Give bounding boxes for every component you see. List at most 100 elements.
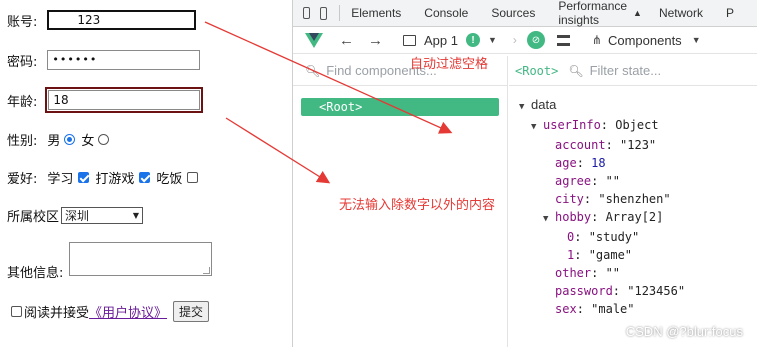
state-key: city — [555, 192, 584, 206]
state-value: "shenzhen" — [598, 192, 671, 206]
components-icon: ⋔ — [591, 33, 602, 47]
warning-icon: ! — [465, 33, 480, 47]
gender-female-radio[interactable] — [98, 134, 110, 145]
state-key: password — [555, 284, 613, 298]
age-label: 年龄: — [7, 94, 38, 110]
app-window-icon — [403, 34, 416, 46]
data-section-label: data — [531, 97, 557, 112]
state-value: "study" — [588, 230, 640, 244]
timeline-icon[interactable] — [556, 34, 570, 46]
flask-icon: ▲ — [633, 8, 642, 18]
user-agreement-link[interactable]: 《用户协议》 — [89, 302, 167, 321]
state-value: "123" — [620, 138, 657, 152]
state-tree: ▼ data ▼ userInfo: Object account: "123" age… — [509, 96, 685, 318]
tab-performance-insights[interactable]: Performance insights — [558, 0, 627, 27]
search-icon: 🔍︎ — [305, 63, 321, 78]
watermark: CSDN @?blur:focus — [625, 324, 743, 339]
state-row: sex: "male" — [555, 302, 635, 316]
state-key: hobby — [555, 210, 592, 224]
selected-component-tag: <Root> — [515, 63, 559, 78]
account-label: 账号: — [7, 14, 38, 30]
state-row: password: "123456" — [555, 284, 686, 298]
tab-more[interactable]: P — [726, 6, 734, 20]
chevron-down-icon: ▼ — [132, 211, 140, 220]
hobby-row: 爱好: 学习 打游戏 吃饭 — [7, 168, 204, 187]
trim-annotation: 自动过滤空格 — [410, 57, 489, 72]
expand-icon: ▼ — [519, 102, 525, 112]
agree-row: 阅读并接受 《用户协议》 提交 — [7, 301, 210, 322]
expand-icon: ▼ — [531, 122, 537, 132]
state-row[interactable]: ▼ hobby: Array[2] — [509, 208, 685, 228]
state-key: other — [555, 266, 592, 280]
state-row: agree: "" — [555, 174, 621, 188]
state-key: sex — [555, 302, 577, 316]
tab-console[interactable]: Console — [424, 6, 468, 20]
hobby-game-label: 打游戏 — [95, 172, 135, 187]
state-value: "game" — [588, 248, 633, 262]
device-toggle-icon[interactable] — [320, 6, 327, 20]
state-inspector-pane: <Root> 🔍︎ Filter state... ▼ data ▼ userInf… — [509, 56, 757, 347]
state-row: 1: "game" — [567, 248, 633, 262]
filter-state-placeholder: Filter state... — [589, 63, 662, 78]
campus-row: 所属校区 深圳 ▼ — [7, 206, 144, 225]
vue-logo-icon — [305, 32, 323, 48]
components-dropdown-icon[interactable]: ▼ — [692, 35, 701, 45]
agree-text: 阅读并接受 — [24, 306, 90, 321]
account-input[interactable]: 123 — [47, 10, 197, 30]
campus-select[interactable]: 深圳 ▼ — [61, 207, 144, 224]
state-row[interactable]: ▼ userInfo: Object — [509, 116, 685, 136]
app-selector-label[interactable]: App 1 — [424, 33, 458, 48]
gender-label: 性别: — [7, 134, 38, 149]
inspector-icon[interactable]: ⊘ — [526, 31, 545, 49]
gender-row: 性别: 男 女 — [7, 130, 115, 149]
agree-checkbox[interactable] — [11, 306, 22, 317]
hobby-eat-label: 吃饭 — [156, 172, 183, 187]
gender-female-label: 女 — [81, 134, 95, 149]
password-input[interactable]: •••••• — [47, 50, 201, 70]
hobby-eat-checkbox[interactable] — [187, 172, 199, 183]
state-key: agree — [555, 174, 592, 188]
campus-select-value: 深圳 — [65, 209, 90, 223]
state-row: other: "" — [555, 266, 621, 280]
forward-arrow-icon[interactable]: → — [368, 32, 383, 49]
state-key: account — [555, 138, 606, 152]
age-input[interactable]: 18 — [48, 90, 201, 110]
filter-state-bar[interactable]: <Root> 🔍︎ Filter state... — [509, 56, 757, 86]
tab-network[interactable]: Network — [659, 6, 703, 20]
root-component-node[interactable]: <Root> — [301, 98, 499, 116]
age-input-highlight: 18 — [45, 87, 204, 113]
hobby-study-checkbox[interactable] — [78, 172, 90, 183]
gender-male-radio[interactable] — [64, 134, 76, 145]
search-icon: 🔍︎ — [568, 63, 584, 78]
state-value: 18 — [591, 156, 606, 170]
inspect-icon[interactable] — [303, 7, 311, 19]
hobby-game-checkbox[interactable] — [139, 172, 151, 183]
state-row: 0: "study" — [567, 230, 640, 244]
account-row: 账号: 123 — [7, 10, 197, 30]
state-key: age — [555, 156, 577, 170]
components-selector-label[interactable]: Components — [608, 33, 682, 48]
vue-form: 账号: 123 密码: •••••• 年龄: 18 性别: 男 女 爱好: 学习… — [0, 0, 292, 347]
back-arrow-icon[interactable]: ← — [339, 32, 354, 49]
state-value: Object — [615, 118, 659, 132]
hobby-label: 爱好: — [7, 172, 38, 187]
devtools-tab-bar: Elements Console Sources Performance ins… — [293, 0, 757, 27]
state-value: "" — [605, 174, 621, 188]
app-dropdown-icon[interactable]: ▼ — [488, 35, 497, 45]
password-label: 密码: — [7, 54, 38, 70]
state-row: age: 18 — [555, 156, 606, 170]
data-section-header[interactable]: ▼ data — [509, 96, 685, 116]
password-row: 密码: •••••• — [7, 50, 201, 70]
other-textarea[interactable] — [69, 242, 213, 276]
submit-button[interactable]: 提交 — [173, 301, 210, 322]
state-value: Array[2] — [605, 210, 664, 224]
hobby-study-label: 学习 — [47, 172, 74, 187]
tab-sources[interactable]: Sources — [491, 6, 535, 20]
tab-elements[interactable]: Elements — [351, 6, 401, 20]
state-value: "123456" — [627, 284, 686, 298]
state-row: account: "123" — [555, 138, 657, 152]
state-key: userInfo — [543, 118, 601, 132]
state-value: "male" — [591, 302, 635, 316]
state-value: "" — [605, 266, 621, 280]
vue-devtools-toolbar: ← → App 1 ! ▼ › ⊘ ⋔ Components ▼ — [293, 27, 757, 54]
